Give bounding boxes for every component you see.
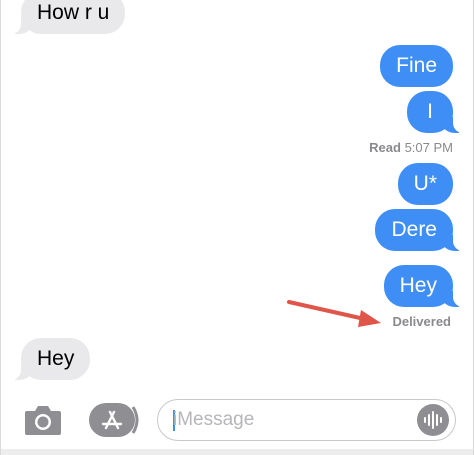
bottom-divider	[1, 449, 473, 455]
message-text: Dere	[391, 218, 437, 241]
incoming-message[interactable]: How r u	[8, 0, 126, 34]
read-time: 5:07 PM	[404, 140, 453, 155]
message-text: Hey	[399, 274, 437, 297]
incoming-message[interactable]: Hey	[8, 338, 91, 380]
outgoing-message[interactable]: I	[407, 91, 465, 133]
outgoing-message[interactable]: U*	[397, 163, 453, 205]
outgoing-message[interactable]: Hey	[383, 265, 466, 307]
app-store-button[interactable]	[89, 403, 141, 437]
message-text: I	[427, 100, 433, 123]
message-input[interactable]: iMessage	[157, 399, 456, 441]
read-receipt: Read 5:07 PM	[369, 140, 453, 155]
audio-record-button[interactable]	[417, 404, 449, 436]
message-placeholder: iMessage	[173, 409, 255, 430]
app-store-icon	[89, 403, 139, 437]
message-text: How r u	[37, 1, 110, 24]
messages-screen: How r u Fine I Read 5:07 PM U* Dere Hey …	[0, 0, 474, 455]
audio-waveform-icon	[424, 411, 442, 429]
message-text: U*	[413, 172, 437, 195]
read-label: Read	[369, 140, 401, 155]
outgoing-message[interactable]: Dere	[375, 209, 465, 251]
message-text: Hey	[37, 347, 75, 370]
message-text: Fine	[396, 54, 437, 77]
camera-button[interactable]	[23, 403, 63, 437]
camera-icon	[25, 406, 61, 435]
delivered-label: Delivered	[392, 314, 451, 329]
outgoing-message[interactable]: Fine	[380, 45, 453, 87]
delivered-receipt: Delivered	[392, 314, 451, 329]
annotation-arrow	[287, 300, 381, 327]
